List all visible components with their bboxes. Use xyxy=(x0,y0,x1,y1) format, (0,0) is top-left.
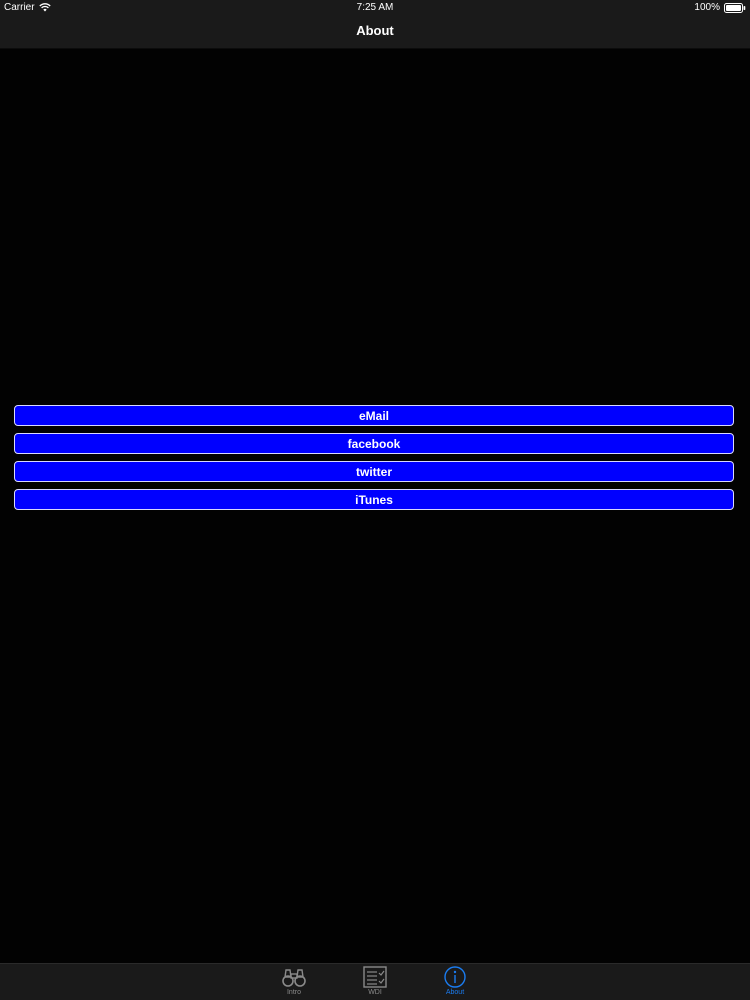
itunes-button[interactable]: iTunes xyxy=(14,489,734,510)
battery-icon xyxy=(724,2,746,13)
facebook-button[interactable]: facebook xyxy=(14,433,734,454)
status-right: 100% xyxy=(694,2,746,13)
tab-intro[interactable]: Intro xyxy=(264,965,324,1000)
document-list-icon xyxy=(363,966,387,988)
tab-bar: Intro WDI About xyxy=(0,963,750,1000)
tab-wdi-label: WDI xyxy=(368,989,382,996)
tab-about[interactable]: About xyxy=(425,965,485,1000)
tab-intro-label: Intro xyxy=(286,989,301,996)
tab-wdi[interactable]: WDI xyxy=(345,965,405,1000)
tab-about-label: About xyxy=(445,989,465,996)
screen: Carrier 7:25 AM 100% About eMail faceboo… xyxy=(0,0,750,1000)
email-button[interactable]: eMail xyxy=(14,405,734,426)
twitter-button[interactable]: twitter xyxy=(14,461,734,482)
page-title: About xyxy=(356,23,394,38)
status-bar: Carrier 7:25 AM 100% xyxy=(0,0,750,15)
binoculars-icon xyxy=(282,969,306,987)
status-time: 7:25 AM xyxy=(356,2,394,13)
info-icon xyxy=(444,966,466,988)
battery-percent: 100% xyxy=(694,2,720,13)
navigation-bar: About xyxy=(0,15,750,49)
content-area: eMail facebook twitter iTunes xyxy=(0,49,750,963)
